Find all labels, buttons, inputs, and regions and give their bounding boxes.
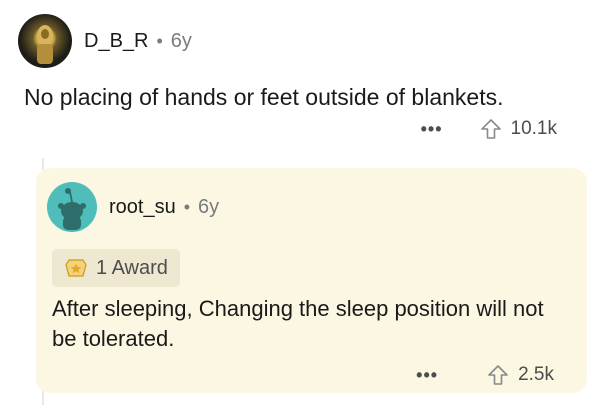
- reply-header: root_su • 6y: [47, 182, 219, 232]
- upvote-arrow-icon[interactable]: [479, 117, 503, 141]
- upvote-count: 10.1k: [510, 118, 557, 139]
- more-options-button[interactable]: •••: [421, 119, 443, 140]
- reply-text: After sleeping, Changing the sleep posit…: [52, 296, 544, 351]
- user-avatar[interactable]: [18, 14, 72, 68]
- reply-card: root_su • 6y 1 Award After sleeping, Cha…: [36, 168, 587, 393]
- award-icon: [65, 259, 87, 277]
- upvote-group: 2.5k: [486, 363, 554, 387]
- more-options-button[interactable]: •••: [416, 365, 438, 386]
- comment-meta: D_B_R • 6y: [84, 30, 192, 53]
- username[interactable]: D_B_R: [84, 30, 148, 53]
- award-badge[interactable]: 1 Award: [52, 249, 180, 287]
- snoo-avatar-icon[interactable]: [47, 182, 97, 232]
- upvote-group: 10.1k: [479, 117, 557, 141]
- separator-dot: •: [156, 30, 163, 51]
- comment-text: No placing of hands or feet outside of b…: [24, 84, 504, 110]
- reply-actions: ••• 2.5k: [416, 363, 554, 387]
- comment-header: D_B_R • 6y: [18, 14, 192, 68]
- comment-actions: ••• 10.1k: [421, 117, 557, 141]
- user-avatar-photo: [37, 25, 53, 64]
- reply-username[interactable]: root_su: [109, 196, 176, 219]
- upvote-count: 2.5k: [518, 364, 554, 385]
- award-label: 1 Award: [96, 256, 168, 279]
- separator-dot: •: [183, 196, 191, 217]
- upvote-arrow-icon[interactable]: [486, 363, 510, 387]
- reply-meta: root_su • 6y: [109, 196, 219, 219]
- reply-age: 6y: [198, 195, 220, 218]
- comment-age: 6y: [170, 29, 192, 52]
